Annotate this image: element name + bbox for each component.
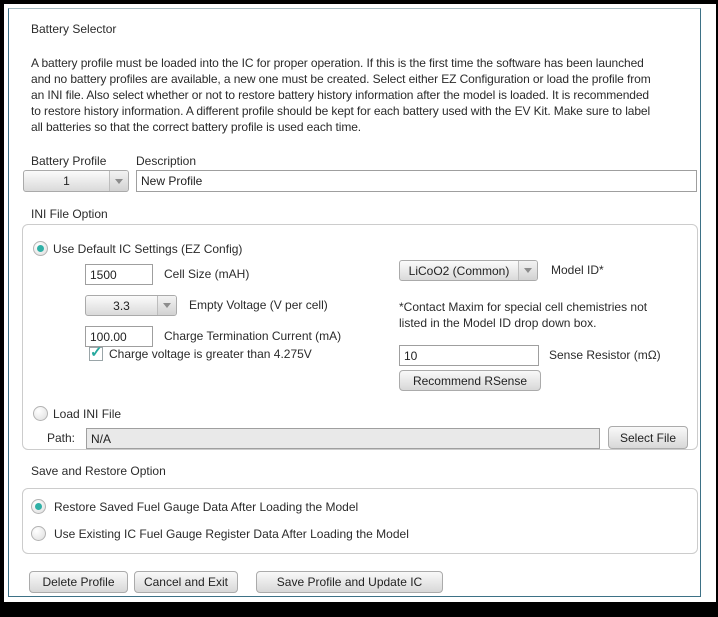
empty-voltage-select[interactable]: 3.3 [85, 295, 177, 316]
description-input[interactable] [136, 170, 697, 192]
charge-voltage-checkbox[interactable]: ✓ [89, 347, 103, 361]
dialog-title: Battery Selector [31, 22, 116, 36]
delete-profile-button[interactable]: Delete Profile [29, 571, 128, 593]
chevron-down-icon[interactable] [109, 171, 128, 191]
intro-line-5: all batteries so that the correct batter… [31, 120, 361, 134]
battery-profile-value: 1 [24, 171, 109, 191]
chevron-down-icon[interactable] [518, 261, 537, 280]
recommend-rsense-button[interactable]: Recommend RSense [399, 370, 541, 391]
intro-line-2: and no battery profiles are available, a… [31, 72, 651, 86]
load-ini-label: Load INI File [53, 407, 121, 421]
model-id-label: Model ID* [551, 263, 604, 277]
page-background: Battery Selector A battery profile must … [4, 4, 716, 602]
description-label: Description [136, 154, 196, 168]
charge-term-label: Charge Termination Current (mA) [164, 329, 341, 343]
ini-section-label: INI File Option [31, 207, 108, 221]
path-input[interactable] [86, 428, 600, 449]
cell-size-label: Cell Size (mAH) [164, 267, 249, 281]
intro-line-1: A battery profile must be loaded into th… [31, 56, 644, 70]
model-id-value: LiCoO2 (Common) [400, 261, 518, 280]
load-ini-radio[interactable] [33, 406, 48, 421]
battery-profile-select[interactable]: 1 [23, 170, 129, 192]
model-id-note-line-2: listed in the Model ID drop down box. [399, 316, 596, 330]
empty-voltage-label: Empty Voltage (V per cell) [189, 298, 328, 312]
sense-resistor-input[interactable] [399, 345, 539, 366]
restore-saved-data-label: Restore Saved Fuel Gauge Data After Load… [54, 500, 358, 514]
use-existing-data-label: Use Existing IC Fuel Gauge Register Data… [54, 527, 409, 541]
empty-voltage-value: 3.3 [86, 296, 157, 315]
ez-config-label: Use Default IC Settings (EZ Config) [53, 242, 242, 256]
checkmark-icon: ✓ [90, 343, 103, 361]
sense-resistor-label: Sense Resistor (mΩ) [549, 348, 661, 362]
path-label: Path: [47, 431, 75, 445]
screenshot-frame: Battery Selector A battery profile must … [0, 0, 718, 617]
save-restore-section-label: Save and Restore Option [31, 464, 166, 478]
ez-config-radio[interactable] [33, 241, 48, 256]
model-id-note-line-1: *Contact Maxim for special cell chemistr… [399, 300, 647, 314]
restore-saved-data-radio[interactable] [31, 499, 46, 514]
intro-line-4: to restore history information. A differ… [31, 104, 650, 118]
model-id-select[interactable]: LiCoO2 (Common) [399, 260, 538, 281]
charge-voltage-label: Charge voltage is greater than 4.275V [109, 347, 312, 361]
save-profile-update-ic-button[interactable]: Save Profile and Update IC [256, 571, 443, 593]
cancel-and-exit-button[interactable]: Cancel and Exit [134, 571, 238, 593]
battery-profile-label: Battery Profile [31, 154, 106, 168]
battery-selector-dialog: Battery Selector A battery profile must … [8, 8, 701, 597]
chevron-down-icon[interactable] [157, 296, 176, 315]
cell-size-input[interactable] [85, 264, 153, 285]
intro-line-3: an INI file. Also select whether or not … [31, 88, 649, 102]
use-existing-data-radio[interactable] [31, 526, 46, 541]
select-file-button[interactable]: Select File [608, 426, 688, 449]
save-restore-groupbox [22, 488, 698, 554]
